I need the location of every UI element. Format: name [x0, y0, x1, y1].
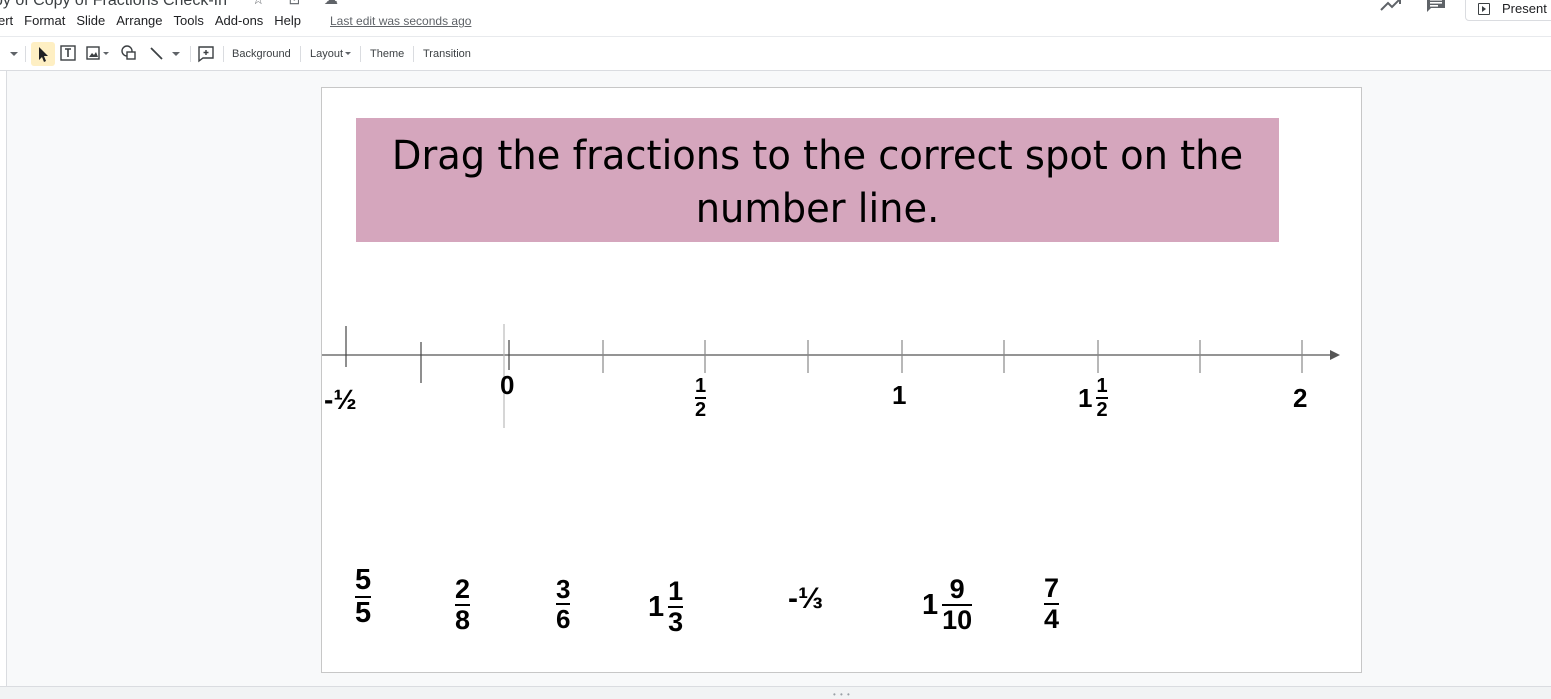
label-one-and-a-half: 1 12: [1078, 376, 1108, 420]
draggable-mixed-number-1-1-3[interactable]: 1 13: [648, 576, 684, 637]
layout-button[interactable]: Layout: [310, 37, 353, 70]
chevron-down-icon: [345, 52, 352, 55]
filmstrip-edge: [0, 71, 7, 688]
speaker-notes-divider[interactable]: • • •: [0, 686, 1551, 699]
numerator: 3: [556, 574, 571, 604]
draggable-fraction-negative-third[interactable]: -⅓: [788, 582, 823, 616]
menu-add-ons[interactable]: Add-ons: [215, 13, 263, 28]
toolbar-divider: [25, 46, 26, 62]
whole-number: 1: [648, 590, 665, 623]
toolbar-divider: [300, 46, 301, 62]
denominator: 6: [556, 604, 571, 634]
toolbar-divider: [413, 46, 414, 62]
menu-tools[interactable]: Tools: [174, 13, 204, 28]
denominator: 10: [942, 605, 973, 635]
denominator: 5: [355, 597, 372, 629]
denominator: 8: [455, 605, 471, 635]
text-box-icon[interactable]: [58, 37, 78, 70]
line-icon[interactable]: [146, 37, 184, 70]
present-icon: [1478, 3, 1490, 15]
menu-insert[interactable]: ert: [0, 13, 13, 28]
numerator: 2: [455, 574, 471, 604]
transition-button[interactable]: Transition: [423, 37, 471, 70]
background-button[interactable]: Background: [232, 37, 291, 70]
whole-number: 1: [922, 588, 939, 621]
numerator: 9: [949, 574, 965, 604]
toolbar-divider: [223, 46, 224, 62]
menu-help[interactable]: Help: [274, 13, 301, 28]
denominator: 2: [695, 399, 707, 421]
whole-number: 1: [1078, 382, 1093, 413]
select-arrow-icon: [39, 47, 48, 62]
label-zero: 0: [500, 370, 515, 400]
last-edit-link[interactable]: Last edit was seconds ago: [330, 14, 471, 28]
toolbar-divider: [360, 46, 361, 62]
toolbar-divider: [190, 46, 191, 62]
menu-slide[interactable]: Slide: [76, 13, 105, 28]
label-one: 1: [892, 380, 907, 410]
draggable-fraction-5-5[interactable]: 55: [355, 564, 372, 629]
document-title[interactable]: py of Copy of Fractions Check-In: [0, 0, 227, 10]
comment-history-icon[interactable]: [1426, 0, 1446, 12]
menu-format[interactable]: Format: [24, 13, 65, 28]
denominator: 4: [1044, 604, 1060, 634]
label-one-half: 12: [695, 375, 707, 421]
arrowhead-icon: [1330, 350, 1340, 360]
add-comment-icon[interactable]: [196, 37, 216, 70]
activity-dashboard-icon[interactable]: [1380, 0, 1402, 12]
menu-bar: ert Format Slide Arrange Tools Add-ons Help: [0, 13, 312, 28]
draggable-fraction-7-4[interactable]: 74: [1044, 573, 1060, 634]
denominator: 2: [1096, 399, 1108, 421]
numerator: 1: [668, 576, 684, 606]
shape-icon[interactable]: [118, 37, 140, 70]
slide-canvas[interactable]: Drag the fractions to the correct spot o…: [321, 87, 1362, 673]
denominator: 3: [668, 607, 684, 637]
numerator: 1: [1096, 375, 1108, 397]
label-two: 2: [1293, 383, 1308, 413]
menu-arrange[interactable]: Arrange: [116, 13, 162, 28]
number-line[interactable]: [322, 88, 1363, 674]
theme-button[interactable]: Theme: [370, 37, 404, 70]
toolbar: Background Layout Theme Transition: [0, 36, 1551, 71]
present-label: Present: [1502, 1, 1547, 16]
draggable-mixed-number-1-9-10[interactable]: 1 9 10: [922, 574, 973, 635]
star-move-cloud-icons[interactable]: ☆ ⊡ ☁: [252, 0, 348, 8]
title-bar: py of Copy of Fractions Check-In ☆ ⊡ ☁ e…: [0, 0, 1551, 36]
draggable-fraction-2-8[interactable]: 28: [455, 574, 471, 635]
image-icon[interactable]: [84, 37, 114, 70]
draggable-fraction-3-6[interactable]: 36: [556, 574, 571, 634]
label-negative-half: -½: [324, 384, 357, 415]
select-tool-button[interactable]: [31, 42, 55, 66]
present-button[interactable]: Present: [1465, 0, 1551, 21]
dropdown-arrow-icon[interactable]: [6, 37, 22, 70]
layout-label: Layout: [310, 47, 344, 60]
numerator: 1: [695, 375, 707, 397]
numerator: 5: [355, 564, 372, 596]
numerator: 7: [1044, 573, 1060, 603]
